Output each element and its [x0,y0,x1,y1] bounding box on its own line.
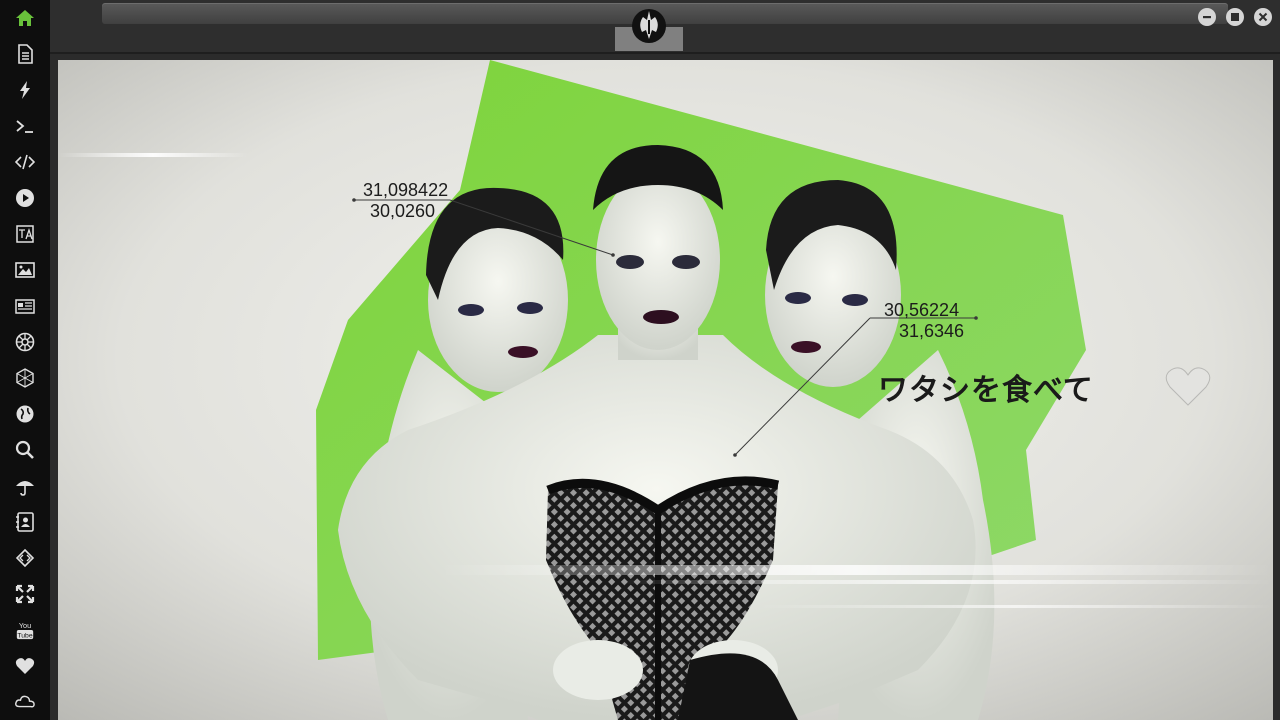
terminal-icon[interactable] [7,111,43,141]
video-frame[interactable]: 31,098422 30,0260 30,56224 31,6346 ワタシを食… [58,60,1273,720]
youtube-label-bottom: Tube [17,632,32,639]
news-icon[interactable] [7,291,43,321]
globe-icon[interactable] [7,399,43,429]
hexagon-icon[interactable] [7,363,43,393]
expand-icon[interactable] [7,579,43,609]
sidebar: You Tube [0,0,50,720]
rebel-alliance-icon[interactable] [630,6,668,44]
contacts-icon[interactable] [7,507,43,537]
lightning-icon[interactable] [7,75,43,105]
youtube-label-top: You [19,621,31,630]
empire-icon[interactable] [7,327,43,357]
coord-left-line1: 31,098422 [363,180,449,200]
umbrella-icon[interactable] [7,471,43,501]
maximize-icon[interactable] [1226,8,1244,26]
play-icon[interactable] [7,183,43,213]
heart-icon[interactable] [7,651,43,681]
code-icon[interactable] [7,147,43,177]
youtube-icon[interactable]: You Tube [7,615,43,645]
diamond-code-icon[interactable] [7,543,43,573]
coordinate-label-left: 31,098422 30,0260 [363,180,448,222]
image-icon[interactable] [7,255,43,285]
coord-left-line2: 30,0260 [370,201,436,221]
document-icon[interactable] [7,39,43,69]
coordinate-label-right: 30,56224 31,6346 [884,300,964,342]
coord-right-line2: 31,6346 [899,321,965,341]
cloud-icon[interactable] [7,687,43,717]
close-icon[interactable] [1254,8,1272,26]
coord-right-line1: 30,56224 [884,300,960,320]
home-icon[interactable] [7,3,43,33]
japanese-caption: ワタシを食べて [878,373,1094,408]
toolbar-divider [50,52,1280,54]
search-icon[interactable] [7,435,43,465]
translate-icon[interactable] [7,219,43,249]
minimize-icon[interactable] [1198,8,1216,26]
